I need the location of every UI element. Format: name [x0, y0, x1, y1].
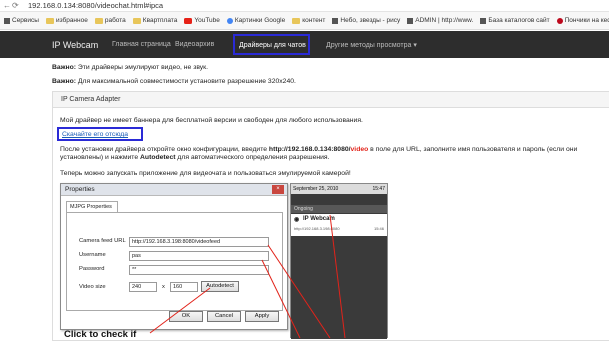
arrow-line-4: [149, 287, 211, 334]
annotation-text: Click to check if: [64, 329, 137, 340]
annotation-arrows: [149, 214, 346, 338]
arrow-line-3: [329, 214, 346, 338]
arrow-line-2: [261, 259, 301, 338]
